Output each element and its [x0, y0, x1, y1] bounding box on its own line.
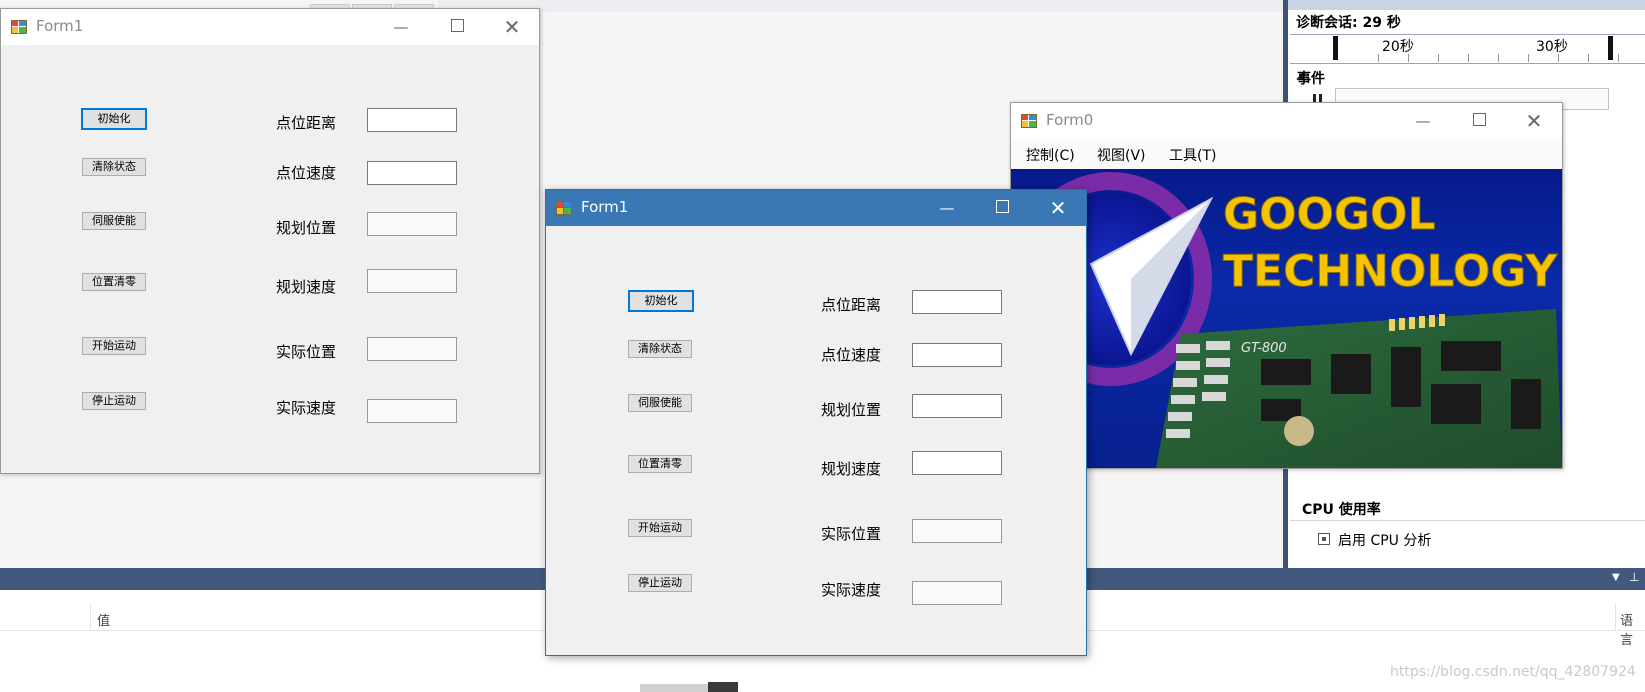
servo-enable-button[interactable]: 伺服使能 [82, 212, 146, 230]
plan-position-field[interactable] [912, 394, 1002, 418]
timeline-tick-label: 20秒 [1382, 39, 1414, 55]
motion-controller-board: GT-800 [1156, 309, 1562, 468]
init-button[interactable]: 初始化 [81, 108, 147, 130]
plan-speed-field[interactable] [367, 269, 457, 293]
banner-line2: TECHNOLOGY [1223, 246, 1558, 297]
plan-speed-label: 规划速度 [821, 460, 882, 478]
minimize-icon[interactable]: — [372, 9, 430, 45]
actual-position-field[interactable] [367, 337, 457, 361]
column-separator[interactable] [1615, 604, 1616, 630]
pin-icon[interactable]: ⊥ [1629, 570, 1639, 584]
column-header-value[interactable]: 值 [97, 610, 110, 629]
plan-position-field[interactable] [367, 212, 457, 236]
menu-control[interactable]: 控制(C) [1026, 145, 1075, 165]
actual-speed-label: 实际速度 [821, 581, 882, 599]
form1-window-front[interactable]: Form1 — ✕ 初始化 清除状态 伺服使能 位置清零 开始运动 停止运动 点… [545, 189, 1087, 656]
divider [1290, 520, 1645, 521]
start-motion-button[interactable]: 开始运动 [82, 337, 146, 355]
maximize-icon[interactable] [1450, 103, 1508, 139]
close-icon[interactable]: ✕ [1505, 103, 1563, 139]
window-titlebar[interactable]: Form1 — ✕ [1, 9, 539, 45]
actual-position-label: 实际位置 [276, 343, 337, 361]
maximize-icon[interactable] [428, 9, 486, 45]
scrollbar-thumb[interactable] [708, 682, 738, 692]
company-banner-image: GOOGOL TECHNOLOGY GT-800 [1011, 169, 1562, 468]
actual-speed-field[interactable] [367, 399, 457, 423]
point-distance-input[interactable] [367, 108, 457, 132]
app-icon [11, 20, 29, 36]
plan-speed-label: 规划速度 [276, 278, 337, 296]
maximize-icon[interactable] [973, 190, 1031, 226]
point-speed-input[interactable] [912, 343, 1002, 367]
cpu-chip-icon [1318, 533, 1330, 545]
plan-position-label: 规划位置 [276, 219, 337, 237]
position-zero-button[interactable]: 位置清零 [628, 455, 692, 473]
clear-status-button[interactable]: 清除状态 [82, 158, 146, 176]
timeline-tick-label: 30秒 [1536, 39, 1568, 55]
stop-motion-button[interactable]: 停止运动 [82, 392, 146, 410]
column-separator[interactable] [90, 604, 91, 630]
timeline-selection-start[interactable] [1333, 36, 1338, 60]
actual-position-label: 实际位置 [821, 525, 882, 543]
googol-logo-graphic: GOOGOL TECHNOLOGY GT-800 [1011, 172, 1562, 468]
start-motion-button[interactable]: 开始运动 [628, 519, 692, 537]
minimize-icon[interactable]: — [918, 190, 976, 226]
plan-position-label: 规划位置 [821, 401, 882, 419]
actual-position-field[interactable] [912, 519, 1002, 543]
events-section-header[interactable]: 事件 [1297, 68, 1325, 88]
init-button[interactable]: 初始化 [628, 290, 694, 312]
point-distance-label: 点位距离 [276, 114, 337, 132]
menu-view[interactable]: 视图(V) [1097, 145, 1146, 165]
position-zero-button[interactable]: 位置清零 [82, 273, 146, 291]
point-speed-label: 点位速度 [821, 346, 882, 364]
menu-bar: 控制(C) 视图(V) 工具(T) [1011, 139, 1562, 169]
stop-motion-button[interactable]: 停止运动 [628, 574, 692, 592]
ide-editor-area [438, 0, 1288, 12]
point-distance-input[interactable] [912, 290, 1002, 314]
window-titlebar[interactable]: Form1 — ✕ [546, 190, 1086, 226]
watermark-text: https://blog.csdn.net/qq_42807924 [1390, 664, 1636, 680]
form0-window[interactable]: Form0 — ✕ 控制(C) 视图(V) 工具(T) GOOGOL TECHN… [1010, 102, 1563, 469]
window-title: Form1 [581, 198, 629, 216]
column-header-language[interactable]: 语言 [1620, 610, 1645, 648]
point-speed-label: 点位速度 [276, 164, 337, 182]
dropdown-arrow-icon[interactable]: ▼ [1612, 572, 1620, 583]
servo-enable-button[interactable]: 伺服使能 [628, 394, 692, 412]
enable-cpu-profiling-link[interactable]: 启用 CPU 分析 [1338, 530, 1431, 550]
actual-speed-field[interactable] [912, 581, 1002, 605]
cpu-usage-header: CPU 使用率 [1302, 502, 1381, 518]
board-label: GT-800 [1241, 341, 1287, 356]
point-distance-label: 点位距离 [821, 296, 882, 314]
scrollbar-track[interactable] [640, 684, 708, 692]
ide-toolbar-fragment [310, 0, 440, 12]
app-icon [1021, 114, 1039, 130]
timeline-selection-end[interactable] [1608, 36, 1613, 60]
timeline-ticks [1378, 54, 1638, 62]
banner-line1: GOOGOL [1223, 189, 1435, 240]
diagnostic-tools-toolbar [1288, 0, 1645, 10]
close-icon[interactable]: ✕ [1029, 190, 1087, 226]
form1-window-back[interactable]: Form1 — ✕ 初始化 清除状态 伺服使能 位置清零 开始运动 停止运动 点… [0, 8, 540, 474]
clear-status-button[interactable]: 清除状态 [628, 340, 692, 358]
window-titlebar[interactable]: Form0 — ✕ [1011, 103, 1562, 139]
diagnostic-session-label: 诊断会话: 29 秒 [1296, 15, 1401, 31]
window-title: Form1 [36, 17, 84, 35]
close-icon[interactable]: ✕ [483, 9, 541, 45]
minimize-icon[interactable]: — [1394, 103, 1452, 139]
plan-speed-field[interactable] [912, 451, 1002, 475]
point-speed-input[interactable] [367, 161, 457, 185]
actual-speed-label: 实际速度 [276, 399, 337, 417]
app-icon [556, 201, 574, 217]
menu-tools[interactable]: 工具(T) [1169, 145, 1216, 165]
window-title: Form0 [1046, 111, 1094, 129]
